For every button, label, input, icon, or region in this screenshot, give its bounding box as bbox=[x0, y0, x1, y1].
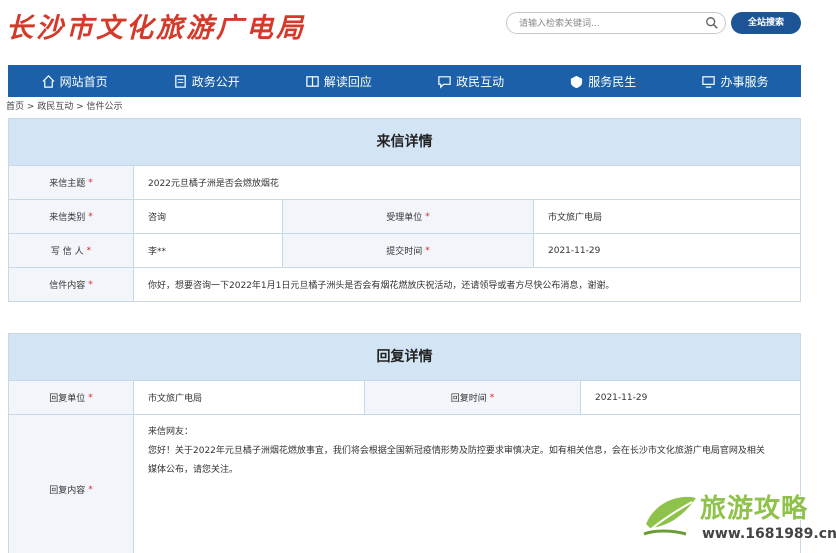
nav-label: 解读回应 bbox=[323, 74, 372, 89]
search-icon[interactable] bbox=[705, 16, 719, 30]
nav-label: 网站首页 bbox=[59, 74, 108, 89]
search-input[interactable] bbox=[519, 16, 699, 31]
reply-content-label: 回复内容 * bbox=[9, 415, 134, 553]
nav-item-gov-affairs[interactable]: 政务公开 bbox=[140, 65, 272, 97]
reply-time-value: 2021-11-29 bbox=[595, 392, 648, 403]
unit-value: 市文旅广电局 bbox=[548, 213, 603, 223]
reply-unit-value: 市文旅广电局 bbox=[134, 381, 365, 414]
submit-time-value: 2021-11-29 bbox=[548, 245, 601, 256]
home-icon bbox=[42, 74, 55, 88]
reply-line: 媒体公布，请您关注。 bbox=[148, 465, 239, 475]
nav-label: 服务民生 bbox=[588, 74, 637, 89]
submit-time-label: 提交时间 * bbox=[283, 234, 534, 267]
service-icon bbox=[571, 75, 583, 88]
unit-label: 受理单位 * bbox=[283, 200, 534, 233]
writer-label: 写 信 人 * bbox=[9, 234, 134, 267]
writer-value: 李** bbox=[134, 234, 283, 267]
table-row: 回复单位 * 市文旅广电局 回复时间 * 2021-11-29 bbox=[9, 380, 800, 414]
reply-line: 您好！关于2022年元旦橘子洲烟花燃放事宜，我们将会根据全国新冠疫情形势及防控要… bbox=[148, 446, 765, 456]
nav-label: 政民互动 bbox=[456, 74, 505, 89]
nav-item-interpretation[interactable]: 解读回应 bbox=[272, 65, 404, 97]
reply-time-label: 回复时间 * bbox=[365, 381, 581, 414]
search-box bbox=[506, 12, 726, 34]
nav-label: 办事服务 bbox=[720, 74, 769, 89]
nav-item-online-service[interactable]: 办事服务 bbox=[669, 65, 801, 97]
reply-unit-label: 回复单位 * bbox=[9, 381, 134, 414]
content-label: 信件内容 * bbox=[9, 268, 134, 301]
reply-line: 来信网友： bbox=[148, 427, 194, 437]
category-value: 咨询 bbox=[134, 200, 283, 233]
table-row: 信件内容 * 你好，想要咨询一下2022年1月1日元旦橘子洲头是否会有烟花燃放庆祝… bbox=[9, 267, 800, 301]
panel-title: 回复详情 bbox=[9, 334, 800, 380]
document-icon bbox=[174, 74, 186, 88]
table-row: 写 信 人 * 李** 提交时间 * 2021-11-29 bbox=[9, 233, 800, 267]
nav-label: 政务公开 bbox=[191, 74, 240, 89]
content-value: 你好，想要咨询一下2022年1月1日元旦橘子洲头是否会有烟花燃放庆祝活动，还请领… bbox=[148, 281, 615, 291]
leaf-logo-icon bbox=[643, 496, 696, 536]
breadcrumb[interactable]: 首页 > 政民互动 > 信件公示 bbox=[6, 99, 123, 112]
chat-icon bbox=[438, 75, 451, 89]
nav-item-public-service[interactable]: 服务民生 bbox=[537, 65, 669, 97]
table-row: 来信主题 * 2022元旦橘子洲是否会燃放烟花 bbox=[9, 165, 800, 199]
letter-detail-panel: 来信详情 来信主题 * 2022元旦橘子洲是否会燃放烟花 来信类别 * 咨询 受理单… bbox=[8, 118, 801, 302]
watermark-text: 旅游攻略 bbox=[700, 494, 809, 524]
watermark-url: www.1681989.cn bbox=[702, 526, 836, 542]
site-logo[interactable]: 长沙市文化旅游广电局 bbox=[6, 6, 306, 45]
nav-item-interaction[interactable]: 政民互动 bbox=[405, 65, 537, 97]
book-icon bbox=[306, 75, 319, 87]
subject-value: 2022元旦橘子洲是否会燃放烟花 bbox=[148, 179, 279, 189]
nav-item-home[interactable]: 网站首页 bbox=[8, 65, 140, 97]
monitor-icon bbox=[702, 75, 716, 88]
panel-title: 来信详情 bbox=[9, 119, 800, 165]
site-search-button[interactable]: 全站搜索 bbox=[731, 12, 801, 34]
table-row: 来信类别 * 咨询 受理单位 * 市文旅广电局 bbox=[9, 199, 800, 233]
category-label: 来信类别 * bbox=[9, 200, 134, 233]
watermark: 旅游攻略 www.1681989.cn bbox=[640, 482, 836, 553]
subject-label: 来信主题 * bbox=[9, 166, 134, 199]
main-nav: 网站首页 政务公开 解读回应 政民互动 服务民生 办事服务 bbox=[8, 65, 801, 97]
